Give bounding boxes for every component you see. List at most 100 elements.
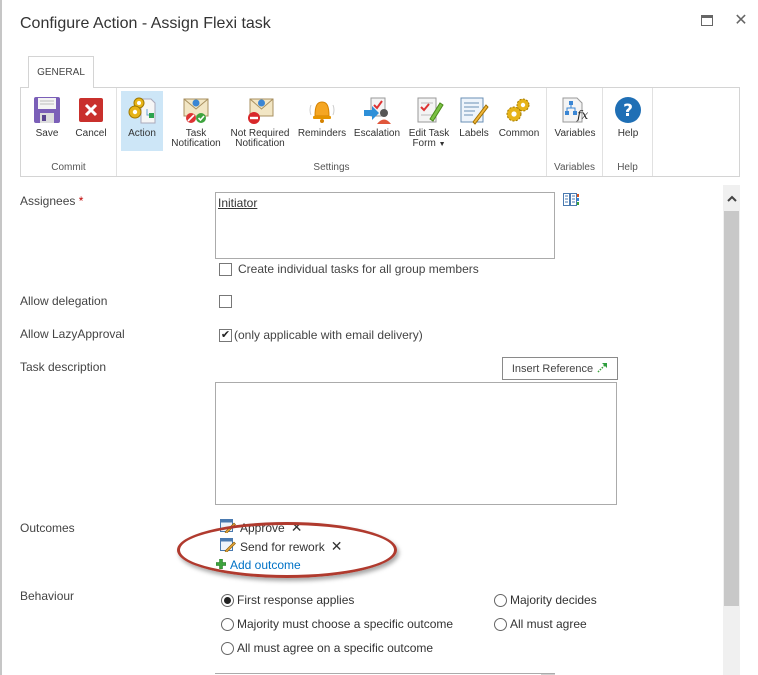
outcome-edit-icon[interactable] [220, 519, 236, 536]
outcome-label[interactable]: Send for rework [240, 540, 325, 554]
scroll-thumb[interactable] [724, 211, 739, 606]
ribbon-group-variables: fx Variables Variables [547, 88, 603, 176]
group-label-help: Help [617, 162, 638, 173]
close-icon: ✕ [734, 12, 748, 29]
bell-icon [307, 94, 337, 126]
behaviour-option-first-response[interactable]: First response applies [221, 593, 354, 607]
radio-button[interactable] [494, 593, 507, 607]
radio-button[interactable] [221, 593, 234, 607]
not-required-notification-label: Not Required Notification [230, 128, 290, 149]
save-label: Save [35, 128, 59, 139]
radio-label: First response applies [237, 593, 355, 607]
group-label-commit: Commit [51, 162, 86, 173]
escalation-icon [362, 94, 392, 126]
behaviour-option-majority-decides[interactable]: Majority decides [494, 593, 597, 607]
radio-label: All must agree on a specific outcome [237, 641, 434, 655]
form-content: Assignees * Initiator Create individual … [2, 185, 722, 675]
insert-reference-label: Insert Reference [511, 362, 594, 375]
address-book-icon [563, 193, 579, 209]
labels-button[interactable]: Labels [455, 91, 493, 151]
allow-lazyapproval-row: ✔ (only applicable with email delivery) [219, 328, 423, 342]
close-button[interactable]: ✕ [731, 10, 751, 30]
radio-button[interactable] [221, 617, 234, 631]
chevron-up-icon [726, 191, 737, 205]
variables-fx-icon: fx [560, 94, 590, 126]
behaviour-option-majority-specific[interactable]: Majority must choose a specific outcome [221, 617, 453, 631]
not-required-notification-button[interactable]: Not Required Notification [227, 91, 293, 151]
tab-general[interactable]: GENERAL [28, 56, 94, 88]
radio-button[interactable] [494, 617, 507, 631]
edit-form-icon [414, 94, 444, 126]
radio-label: Majority decides [510, 593, 597, 607]
group-label-variables: Variables [554, 162, 595, 173]
insert-reference-button[interactable]: Insert Reference [502, 357, 618, 380]
ribbon-group-settings: Action Task Notification Not Required Noti… [117, 88, 547, 176]
outcome-item: Approve ✕ [220, 519, 302, 536]
edit-task-form-label: Edit Task Form ▼ [408, 128, 450, 149]
add-outcome-label[interactable]: Add outcome [230, 558, 301, 572]
variables-label: Variables [554, 128, 596, 139]
reminders-label: Reminders [297, 128, 347, 139]
allow-delegation-label: Allow delegation [20, 294, 108, 308]
individual-tasks-label: Create individual tasks for all group me… [238, 262, 479, 276]
common-button[interactable]: Common [495, 91, 543, 151]
svg-text:?: ? [623, 101, 633, 121]
cancel-button[interactable]: Cancel [71, 91, 111, 151]
envelope-no-entry-icon [245, 94, 275, 126]
task-notification-button[interactable]: Task Notification [167, 91, 225, 151]
lazyapproval-note: (only applicable with email delivery) [234, 328, 423, 342]
task-description-label: Task description [20, 360, 107, 374]
individual-tasks-row: Create individual tasks for all group me… [219, 262, 479, 276]
maximize-button[interactable] [697, 10, 717, 30]
outcome-label[interactable]: Approve [240, 521, 285, 535]
help-button[interactable]: ? Help [609, 91, 647, 151]
gears-document-icon [127, 94, 157, 126]
behaviour-label: Behaviour [20, 589, 75, 603]
save-button[interactable]: Save [27, 91, 67, 151]
radio-button[interactable] [221, 641, 234, 655]
assignees-label: Assignees * [20, 194, 84, 208]
ribbon-group-help: ? Help Help [603, 88, 653, 176]
cancel-x-icon [76, 94, 106, 126]
group-label-settings: Settings [313, 162, 350, 173]
ribbon-group-commit: Save Cancel Commit [21, 88, 117, 176]
assignees-input[interactable]: Initiator [215, 192, 555, 259]
required-marker: * [78, 194, 84, 208]
dropdown-arrow-icon: ▼ [438, 141, 446, 148]
reminders-button[interactable]: Reminders [295, 91, 349, 151]
behaviour-option-all-must-agree[interactable]: All must agree [494, 617, 587, 631]
edit-task-form-button[interactable]: Edit Task Form ▼ [405, 91, 453, 151]
labels-label: Labels [459, 128, 489, 139]
add-outcome-link[interactable]: Add outcome [215, 558, 301, 572]
outcome-edit-icon[interactable] [220, 538, 236, 555]
individual-tasks-checkbox[interactable] [219, 262, 232, 276]
action-label: Action [128, 128, 156, 139]
remove-outcome-icon[interactable]: ✕ [291, 519, 303, 536]
allow-lazyapproval-checkbox[interactable]: ✔ [219, 328, 232, 342]
dialog-title: Configure Action - Assign Flexi task [20, 15, 271, 32]
outcomes-label: Outcomes [20, 521, 75, 535]
escalation-button[interactable]: Escalation [351, 91, 403, 151]
allow-delegation-checkbox[interactable] [219, 295, 232, 308]
help-question-icon: ? [613, 94, 643, 126]
allow-lazyapproval-label: Allow LazyApproval [20, 327, 125, 341]
task-notification-label: Task Notification [171, 128, 221, 149]
envelope-notification-icon [181, 94, 211, 126]
action-button[interactable]: Action [121, 91, 163, 151]
remove-outcome-icon[interactable]: ✕ [331, 538, 343, 555]
floppy-disk-icon [32, 94, 62, 126]
ribbon: Save Cancel Commit Action Task Notificati… [20, 87, 740, 177]
behaviour-option-all-agree-specific[interactable]: All must agree on a specific outcome [221, 641, 433, 655]
plus-icon [215, 558, 227, 572]
help-label: Help [617, 128, 639, 139]
variables-button[interactable]: fx Variables [551, 91, 599, 151]
radio-label: All must agree [510, 617, 587, 631]
allow-delegation-row [219, 295, 232, 308]
task-description-textarea[interactable] [215, 382, 617, 505]
radio-label: Majority must choose a specific outcome [237, 617, 454, 631]
address-book-button[interactable] [563, 193, 579, 209]
common-label: Common [498, 128, 540, 139]
assignee-initiator[interactable]: Initiator [218, 196, 257, 210]
vertical-scrollbar[interactable] [723, 185, 740, 675]
scroll-up-button[interactable] [723, 191, 740, 205]
